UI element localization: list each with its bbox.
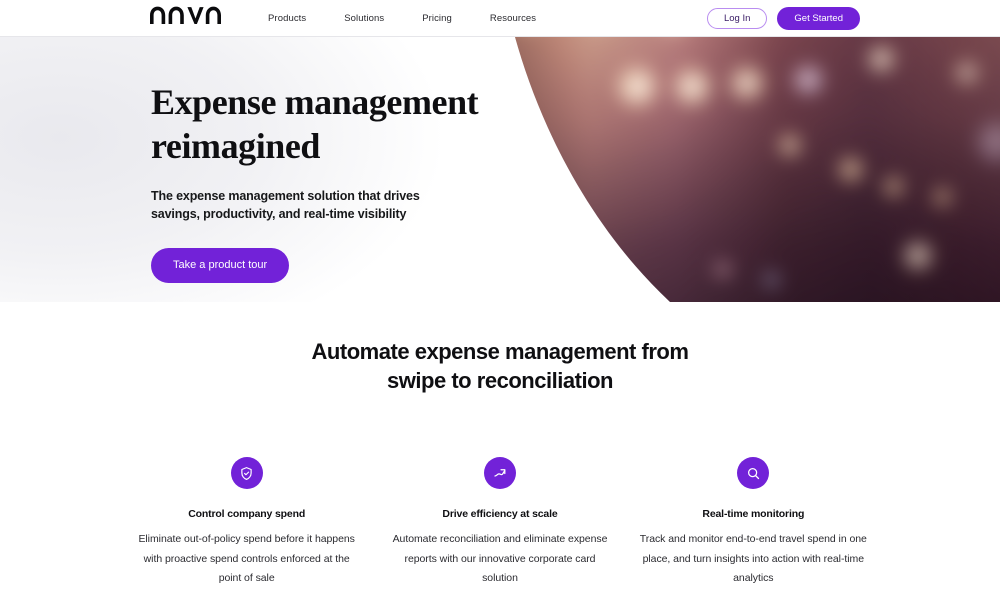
trending-up-arrow-icon — [483, 457, 516, 490]
feature-card-control-company-spend: Control company spend Eliminate out-of-p… — [120, 457, 373, 588]
hero-copy-block: Expense management reimagined The expens… — [151, 37, 481, 283]
nav-link-pricing[interactable]: Pricing — [422, 13, 452, 24]
feature-card-drive-efficiency-at-scale: Drive efficiency at scale Automate recon… — [373, 457, 626, 588]
features-title-line-2: swipe to reconciliation — [386, 367, 614, 393]
nav-link-resources[interactable]: Resources — [490, 13, 536, 24]
nav-action-buttons: Log In Get Started — [706, 0, 860, 37]
take-a-product-tour-button[interactable]: Take a product tour — [151, 247, 290, 283]
nav-link-products[interactable]: Products — [268, 13, 306, 24]
get-started-button[interactable]: Get Started — [777, 6, 860, 31]
navan-logo[interactable] — [150, 5, 224, 25]
feature-card-body: Track and monitor end-to-end travel spen… — [639, 533, 867, 585]
feature-card-body: Eliminate out-of-policy spend before it … — [138, 533, 355, 585]
log-in-button[interactable]: Log In — [706, 7, 768, 30]
hero-section: Expense management reimagined The expens… — [0, 37, 1000, 302]
nav-link-solutions[interactable]: Solutions — [344, 13, 384, 24]
features-section: Automate expense management from swipe t… — [0, 302, 1000, 589]
features-title-line-1: Automate expense management from — [311, 339, 689, 364]
hero-background-image — [470, 37, 1000, 302]
hero-subtitle: The expense management solution that dri… — [151, 189, 420, 221]
features-section-title: Automate expense management from swipe t… — [290, 338, 710, 395]
navan-logo-wordmark — [150, 6, 221, 24]
feature-card-title: Real-time monitoring — [702, 508, 805, 521]
hero-title-line-2: reimagined — [151, 125, 321, 166]
photo-color-tint — [470, 37, 1000, 302]
feature-card-title: Drive efficiency at scale — [442, 508, 558, 521]
hero-title-line-1: Expense management — [151, 82, 479, 122]
feature-card-body: Automate reconciliation and eliminate ex… — [392, 533, 608, 585]
feature-card-title: Control company spend — [188, 508, 306, 521]
feature-card-list: Control company spend Eliminate out-of-p… — [0, 457, 1000, 588]
primary-nav-links: Products Solutions Pricing Resources — [268, 0, 536, 37]
shield-check-icon — [230, 457, 263, 490]
feature-card-real-time-monitoring: Real-time monitoring Track and monitor e… — [627, 457, 880, 588]
search-icon — [737, 457, 770, 490]
hero-title: Expense management reimagined — [151, 81, 481, 168]
top-navigation-bar: Products Solutions Pricing Resources Log… — [0, 0, 1000, 37]
